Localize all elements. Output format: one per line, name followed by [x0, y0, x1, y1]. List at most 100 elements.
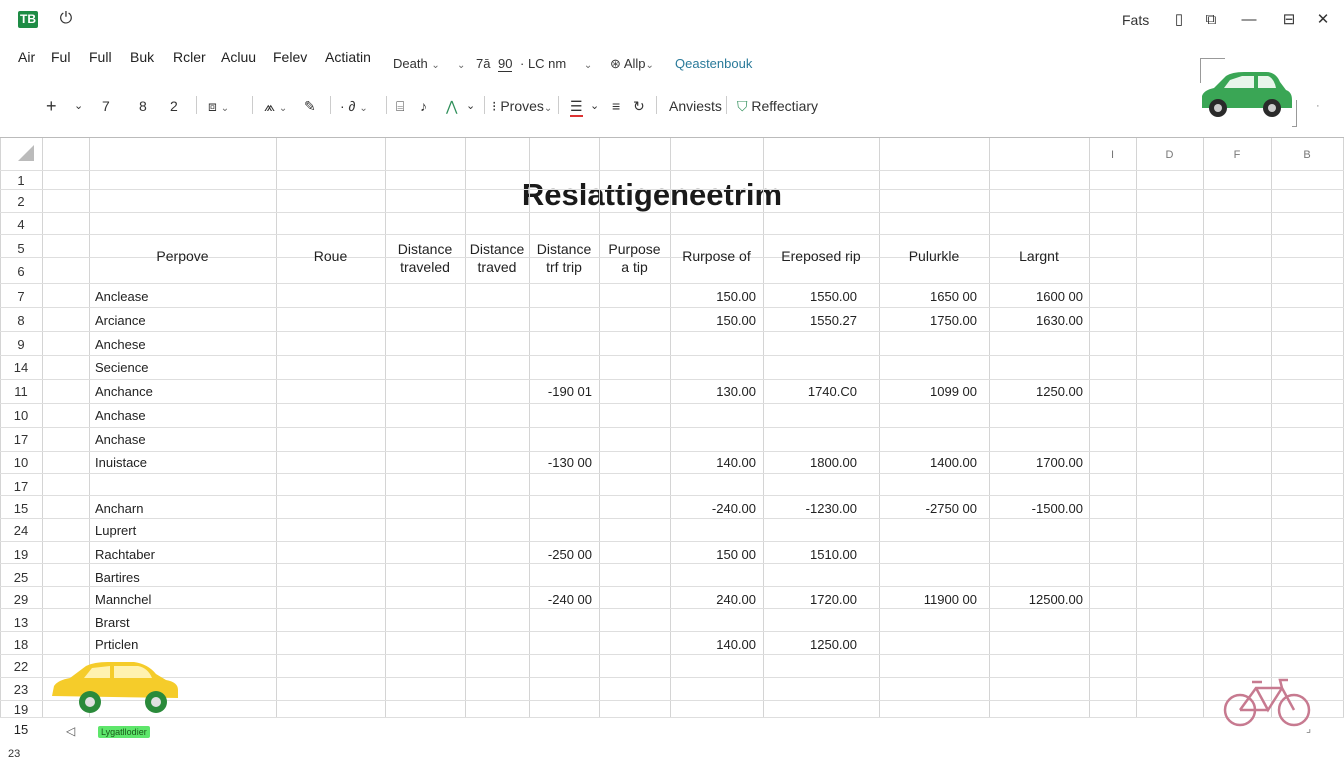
- row-number[interactable]: 18: [0, 637, 42, 652]
- table-cell-name[interactable]: Arciance: [95, 313, 146, 328]
- image-icon[interactable]: ⧈ ⌄: [208, 97, 229, 115]
- align-icon[interactable]: ≡: [612, 97, 620, 115]
- table-cell-value[interactable]: 150.00: [670, 313, 756, 328]
- toolbar-two[interactable]: 2: [170, 97, 178, 115]
- table-cell-name[interactable]: Anchance: [95, 384, 153, 399]
- table-cell-name[interactable]: Bartires: [95, 570, 140, 585]
- table-cell-name[interactable]: Mannchel: [95, 592, 151, 607]
- add-button[interactable]: +: [46, 97, 57, 115]
- row-number[interactable]: 7: [0, 289, 42, 304]
- row-number[interactable]: 17: [0, 432, 42, 447]
- table-cell-name[interactable]: Inuistace: [95, 455, 147, 470]
- pen-icon[interactable]: ✎: [304, 97, 316, 115]
- toolbar-eight[interactable]: 8: [139, 97, 147, 115]
- column-header[interactable]: Rurpose of: [670, 247, 763, 265]
- table-cell-value[interactable]: -250 00: [529, 547, 592, 562]
- chevron-down-icon[interactable]: ⌄: [74, 97, 83, 115]
- column-letter[interactable]: B: [1271, 149, 1343, 161]
- column-letter[interactable]: F: [1203, 149, 1271, 161]
- table-cell-value[interactable]: 1510.00: [763, 547, 857, 562]
- row-number[interactable]: 10: [0, 455, 42, 470]
- toolbar-seven[interactable]: 7: [102, 97, 110, 115]
- column-header[interactable]: Largnt: [989, 247, 1089, 265]
- column-header[interactable]: Perpove: [89, 247, 276, 265]
- table-cell-value[interactable]: 1550.27: [763, 313, 857, 328]
- table-cell-value[interactable]: 1740.C0: [763, 384, 857, 399]
- music-icon[interactable]: ♪: [420, 97, 427, 115]
- row-number[interactable]: 23: [0, 682, 42, 697]
- minimize-button[interactable]: —: [1238, 9, 1260, 31]
- table-cell-name[interactable]: Anchase: [95, 432, 146, 447]
- chart-icon[interactable]: ⩕ ⌄: [264, 97, 287, 115]
- power-icon[interactable]: ⏻: [57, 10, 75, 28]
- list-icon[interactable]: ☰: [570, 97, 583, 117]
- column-header[interactable]: Purpose a tip: [599, 240, 670, 276]
- restore-button[interactable]: ⊟: [1278, 9, 1300, 31]
- table-cell-value[interactable]: 150.00: [670, 289, 756, 304]
- column-header[interactable]: Distance traveled: [385, 240, 465, 276]
- table-cell-name[interactable]: Anclease: [95, 289, 148, 304]
- column-letter[interactable]: D: [1136, 149, 1203, 161]
- table-cell-value[interactable]: 140.00: [670, 455, 756, 470]
- spreadsheet-grid[interactable]: Reslattigeneetrim I D F B 1 2 4 5 6 7 8 9 14 11 10 17 10…: [0, 137, 1344, 719]
- row-number[interactable]: 10: [0, 408, 42, 423]
- table-cell-name[interactable]: Anchese: [95, 337, 146, 352]
- row-number[interactable]: 1: [0, 173, 42, 188]
- menu-item-buk[interactable]: Buk: [130, 49, 154, 65]
- lc-nm-dropdown[interactable]: · LC nm ⌄: [520, 56, 592, 71]
- chevron-down-icon[interactable]: ⌄: [590, 97, 599, 115]
- table-cell-value[interactable]: 11900 00: [879, 592, 977, 607]
- row-number[interactable]: 13: [0, 615, 42, 630]
- sheet-tab[interactable]: Lygatllodier: [98, 726, 150, 738]
- anviests-button[interactable]: Anviests: [669, 97, 722, 115]
- column-header[interactable]: Ereposed rip: [763, 247, 879, 265]
- font-size-field[interactable]: 90: [498, 56, 513, 72]
- table-cell-name[interactable]: Secience: [95, 360, 148, 375]
- row-number[interactable]: 29: [0, 592, 42, 607]
- close-button[interactable]: ✕: [1312, 9, 1334, 31]
- table-cell-value[interactable]: -1230.00: [763, 501, 857, 516]
- menu-item-ful[interactable]: Ful: [51, 49, 70, 65]
- chevron-down-icon[interactable]: ⌄: [457, 56, 465, 71]
- reflectiary-button[interactable]: ⛉ Reffectiary: [737, 97, 818, 115]
- table-cell-value[interactable]: 1800.00: [763, 455, 857, 470]
- row-number[interactable]: 24: [0, 523, 42, 538]
- chevron-down-icon[interactable]: ⌄: [466, 97, 475, 115]
- menu-item-felev[interactable]: Felev: [273, 49, 307, 65]
- table-cell-name[interactable]: Anchase: [95, 408, 146, 423]
- row-number[interactable]: 17: [0, 479, 42, 494]
- proves-dropdown[interactable]: ⁝ Proves⌄: [492, 97, 552, 115]
- row-number[interactable]: 8: [0, 313, 42, 328]
- row-number[interactable]: 6: [0, 264, 42, 279]
- allp-dropdown[interactable]: ⊛ Allp⌄: [610, 56, 654, 72]
- row-number[interactable]: 25: [0, 570, 42, 585]
- table-cell-name[interactable]: Luprert: [95, 523, 136, 538]
- search-link[interactable]: Qeastenbouk: [675, 56, 752, 71]
- row-number[interactable]: 19: [0, 547, 42, 562]
- table-cell-value[interactable]: -240 00: [529, 592, 592, 607]
- table-cell-name[interactable]: Brarst: [95, 615, 130, 630]
- table-cell-value[interactable]: 1650 00: [879, 289, 977, 304]
- row-number[interactable]: 22: [0, 659, 42, 674]
- select-all-corner[interactable]: [18, 145, 34, 161]
- table-cell-value[interactable]: 12500.00: [989, 592, 1083, 607]
- row-number[interactable]: 15: [0, 501, 42, 516]
- table-cell-value[interactable]: 1250.00: [763, 637, 857, 652]
- column-letter[interactable]: I: [1089, 149, 1136, 161]
- table-cell-value[interactable]: -240.00: [670, 501, 756, 516]
- menu-item-full[interactable]: Full: [89, 49, 112, 65]
- menu-item-air[interactable]: Air: [18, 49, 35, 65]
- table-cell-value[interactable]: 130.00: [670, 384, 756, 399]
- table-cell-value[interactable]: 1720.00: [763, 592, 857, 607]
- death-dropdown[interactable]: Death ⌄: [393, 56, 440, 71]
- row-number[interactable]: 9: [0, 337, 42, 352]
- row-number[interactable]: 19: [0, 702, 42, 717]
- table-cell-value[interactable]: -130 00: [529, 455, 592, 470]
- table-cell-value[interactable]: 1600 00: [989, 289, 1083, 304]
- table-cell-value[interactable]: 240.00: [670, 592, 756, 607]
- column-header[interactable]: Distance trf trip: [529, 240, 599, 276]
- menu-item-acluu[interactable]: Acluu: [221, 49, 256, 65]
- share-icon[interactable]: ⧉: [1200, 9, 1222, 31]
- row-number[interactable]: 2: [0, 194, 42, 209]
- row-number[interactable]: 5: [0, 241, 42, 256]
